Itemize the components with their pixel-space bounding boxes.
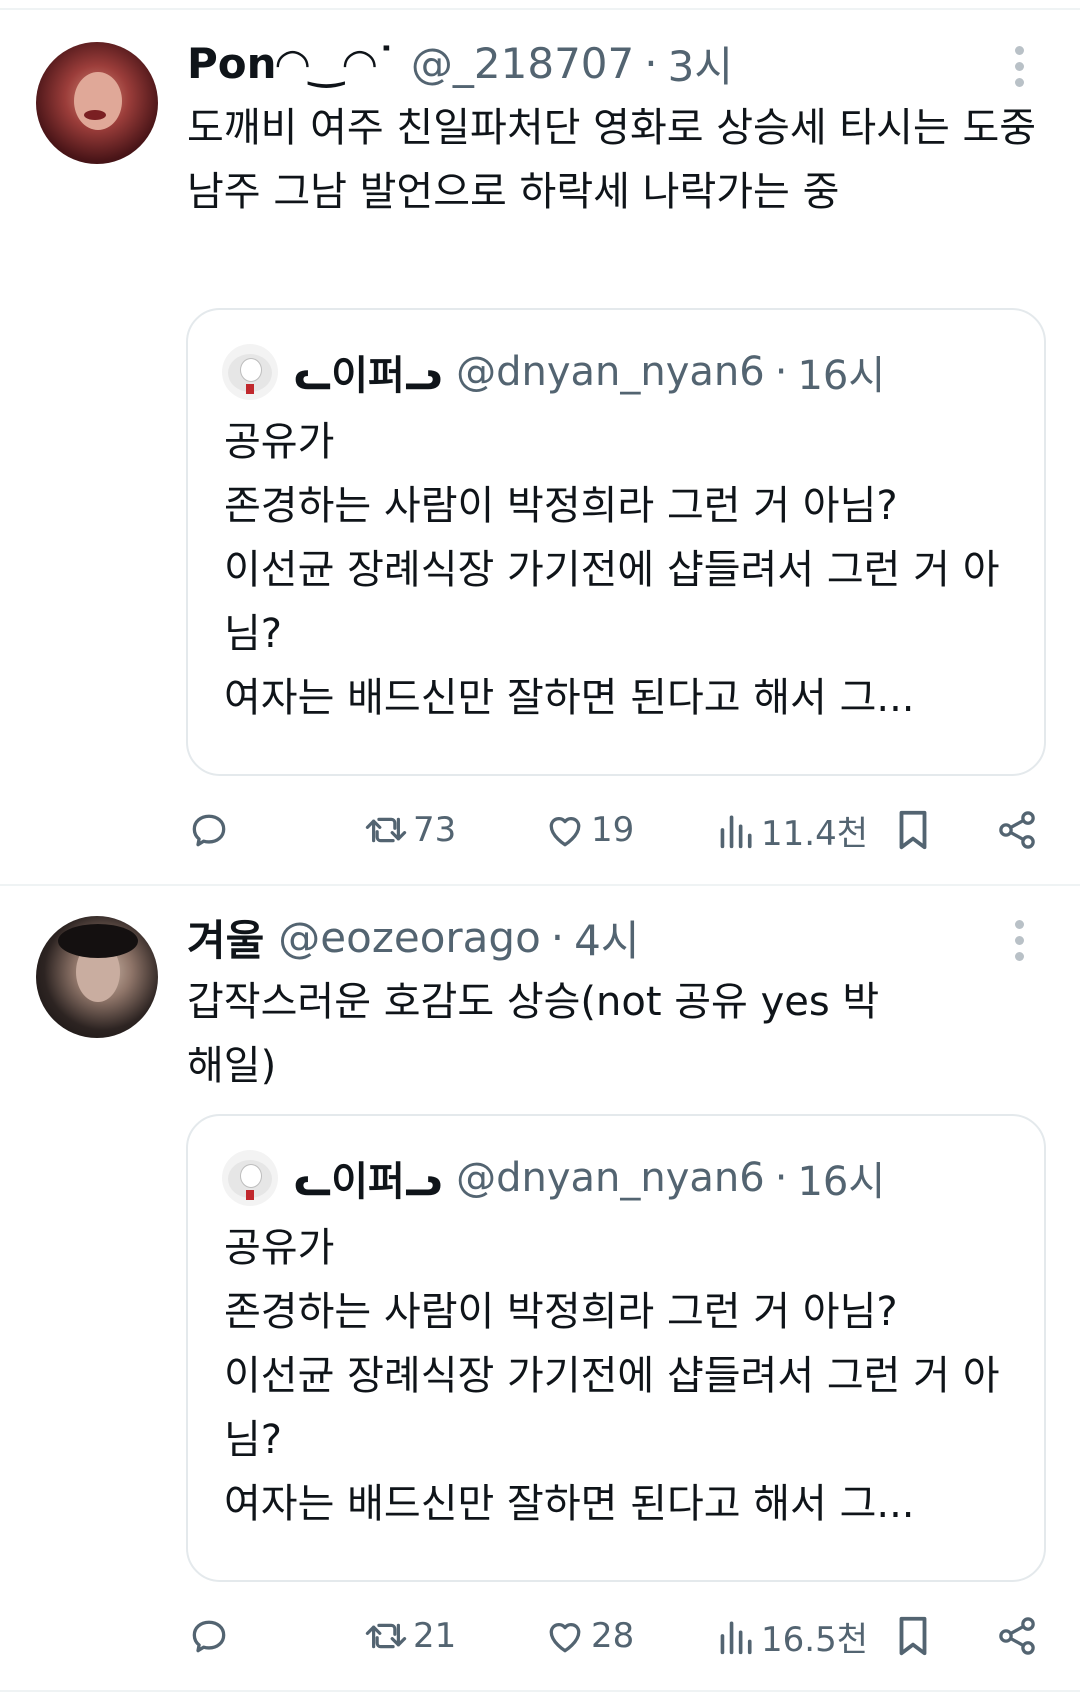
tweet[interactable]: 겨울 @eozeorago · 4시 갑작스러운 호감도 상승(not 공유 y… [0,886,1080,1698]
quote-text: 공유가 존경하는 사람이 박정희라 그런 거 아님? 이선균 장례식장 가기전에… [224,419,1000,721]
quote-avatar [222,1150,278,1206]
quote-display-name: ᓚ이퍼ᓗ [294,1159,443,1205]
display-name[interactable]: Pon◠‿◠˙ [187,39,397,88]
views-button[interactable]: 11.4천 [717,800,868,860]
action-bar: 21 28 16.5천 [187,1606,1047,1666]
display-name[interactable]: 겨울 [187,907,264,968]
like-icon [549,817,581,847]
views-count: 11.4천 [761,813,868,854]
retweet-count: 73 [413,810,457,850]
action-bar: 73 19 11.4천 [187,800,1047,860]
separator: · [644,38,658,88]
retweet-button[interactable]: 21 [363,1606,456,1666]
user-handle[interactable]: @_218707 [411,39,634,88]
user-handle[interactable]: @eozeorago [278,913,540,962]
quote-user-handle: @dnyan_nyan6 [456,1155,765,1201]
tweet-header: 겨울 @eozeorago · 4시 [187,904,640,970]
quote-user-handle: @dnyan_nyan6 [456,349,765,395]
timestamp[interactable]: 3시 [668,33,733,94]
like-count: 19 [591,810,635,850]
quote-text: 공유가 존경하는 사람이 박정희라 그런 거 아님? 이선균 장례식장 가기전에… [224,1225,1000,1527]
divider [0,1690,1080,1692]
views-button[interactable]: 16.5천 [717,1606,868,1666]
quote-display-name: ᓚ이퍼ᓗ [294,353,443,399]
quote-header: ᓚ이퍼ᓗ @dnyan_nyan6 · 16시 [222,342,885,402]
reply-icon [192,1620,226,1653]
retweet-button[interactable]: 73 [363,800,456,860]
bookmark-icon [899,810,927,850]
tweet-text: 도깨비 여주 친일파처단 영화로 상승세 타시는 도중 남주 그남 발언으로 하… [187,105,1037,215]
timeline: Pon◠‿◠˙ @_218707 · 3시 도깨비 여주 친일파처단 영화로 상… [0,0,1080,1698]
avatar[interactable] [36,916,158,1038]
quoted-tweet[interactable]: ᓚ이퍼ᓗ @dnyan_nyan6 · 16시 공유가 존경하는 사람이 박정희… [186,1114,1046,1582]
reply-button[interactable] [187,1606,235,1666]
avatar[interactable] [36,42,158,164]
tweet-header: Pon◠‿◠˙ @_218707 · 3시 [187,30,733,96]
retweet-icon [365,1623,407,1649]
views-count: 16.5천 [761,1619,868,1660]
quote-timestamp: 16시 [797,353,886,399]
separator: · [550,912,565,962]
quote-avatar [222,344,278,400]
quote-timestamp: 16시 [797,1159,886,1205]
like-count: 28 [591,1616,635,1656]
reply-icon [192,814,226,847]
like-icon [549,1623,581,1653]
share-icon [999,811,1035,849]
like-button[interactable]: 19 [543,800,634,860]
more-icon[interactable] [1005,44,1033,90]
share-button[interactable] [995,800,1039,860]
share-button[interactable] [995,1606,1039,1666]
retweet-icon [365,817,407,843]
tweet-text: 갑작스러운 호감도 상승(not 공유 yes 박해일) [187,979,880,1089]
quoted-tweet[interactable]: ᓚ이퍼ᓗ @dnyan_nyan6 · 16시 공유가 존경하는 사람이 박정희… [186,308,1046,776]
quote-header: ᓚ이퍼ᓗ @dnyan_nyan6 · 16시 [222,1148,885,1208]
bookmark-button[interactable] [893,800,933,860]
timestamp[interactable]: 4시 [574,907,639,968]
more-icon[interactable] [1005,918,1033,964]
share-icon [999,1617,1035,1655]
bookmark-button[interactable] [893,1606,933,1666]
views-icon [720,815,752,849]
like-button[interactable]: 28 [543,1606,634,1666]
tweet[interactable]: Pon◠‿◠˙ @_218707 · 3시 도깨비 여주 친일파처단 영화로 상… [0,0,1080,884]
reply-button[interactable] [187,800,235,860]
views-icon [720,1621,752,1655]
retweet-count: 21 [413,1616,457,1656]
bookmark-icon [899,1616,927,1656]
separator: · [774,349,788,395]
separator: · [774,1155,788,1201]
